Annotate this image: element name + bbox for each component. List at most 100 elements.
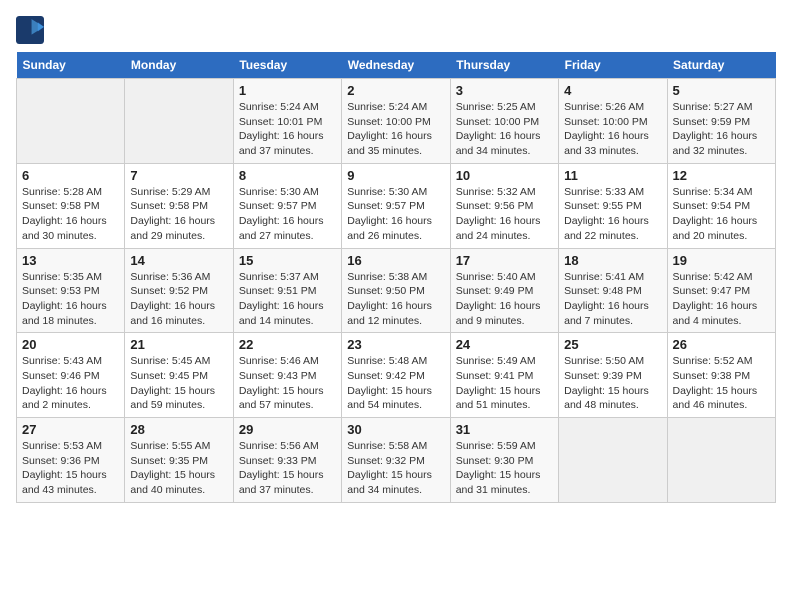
calendar-cell: 12 Sunrise: 5:34 AM Sunset: 9:54 PM Dayli… bbox=[667, 163, 775, 248]
day-detail: Sunrise: 5:29 AM Sunset: 9:58 PM Dayligh… bbox=[130, 185, 227, 244]
logo-icon bbox=[16, 16, 44, 44]
weekday-header: Monday bbox=[125, 52, 233, 79]
calendar-cell bbox=[559, 418, 667, 503]
day-detail: Sunrise: 5:32 AM Sunset: 9:56 PM Dayligh… bbox=[456, 185, 553, 244]
calendar-cell: 13Sunrise: 5:35 AM Sunset: 9:53 PM Dayli… bbox=[17, 248, 125, 333]
calendar-cell: 28Sunrise: 5:55 AM Sunset: 9:35 PM Dayli… bbox=[125, 418, 233, 503]
day-number: 31 bbox=[456, 422, 553, 437]
day-number: 8 bbox=[239, 168, 336, 183]
calendar-cell: 2 Sunrise: 5:24 AM Sunset: 10:00 PM Dayli… bbox=[342, 79, 450, 164]
day-detail: Sunrise: 5:56 AM Sunset: 9:33 PM Dayligh… bbox=[239, 439, 336, 498]
weekday-header: Tuesday bbox=[233, 52, 341, 79]
calendar-cell: 25Sunrise: 5:50 AM Sunset: 9:39 PM Dayli… bbox=[559, 333, 667, 418]
weekday-header: Wednesday bbox=[342, 52, 450, 79]
day-detail: Sunrise: 5:40 AM Sunset: 9:49 PM Dayligh… bbox=[456, 270, 553, 329]
day-number: 18 bbox=[564, 253, 661, 268]
calendar-cell: 19 Sunrise: 5:42 AM Sunset: 9:47 PM Dayli… bbox=[667, 248, 775, 333]
day-number: 11 bbox=[564, 168, 661, 183]
day-number: 30 bbox=[347, 422, 444, 437]
day-number: 3 bbox=[456, 83, 553, 98]
calendar-cell: 21 Sunrise: 5:45 AM Sunset: 9:45 PM Dayli… bbox=[125, 333, 233, 418]
weekday-header: Saturday bbox=[667, 52, 775, 79]
calendar-cell bbox=[125, 79, 233, 164]
calendar-cell: 9 Sunrise: 5:30 AM Sunset: 9:57 PM Daylig… bbox=[342, 163, 450, 248]
day-detail: Sunrise: 5:52 AM Sunset: 9:38 PM Dayligh… bbox=[673, 354, 770, 413]
day-number: 2 bbox=[347, 83, 444, 98]
day-number: 27 bbox=[22, 422, 119, 437]
weekday-header: Thursday bbox=[450, 52, 558, 79]
day-detail: Sunrise: 5:46 AM Sunset: 9:43 PM Dayligh… bbox=[239, 354, 336, 413]
calendar-cell: 31 Sunrise: 5:59 AM Sunset: 9:30 PM Dayli… bbox=[450, 418, 558, 503]
day-number: 9 bbox=[347, 168, 444, 183]
calendar-cell: 7Sunrise: 5:29 AM Sunset: 9:58 PM Daylig… bbox=[125, 163, 233, 248]
day-number: 10 bbox=[456, 168, 553, 183]
day-number: 29 bbox=[239, 422, 336, 437]
calendar-cell: 26 Sunrise: 5:52 AM Sunset: 9:38 PM Dayli… bbox=[667, 333, 775, 418]
day-detail: Sunrise: 5:26 AM Sunset: 10:00 PM Daylig… bbox=[564, 100, 661, 159]
day-detail: Sunrise: 5:24 AM Sunset: 10:00 PM Daylig… bbox=[347, 100, 444, 159]
weekday-header: Friday bbox=[559, 52, 667, 79]
day-detail: Sunrise: 5:27 AM Sunset: 9:59 PM Dayligh… bbox=[673, 100, 770, 159]
day-number: 1 bbox=[239, 83, 336, 98]
day-detail: Sunrise: 5:48 AM Sunset: 9:42 PM Dayligh… bbox=[347, 354, 444, 413]
calendar-cell: 6 Sunrise: 5:28 AM Sunset: 9:58 PM Daylig… bbox=[17, 163, 125, 248]
calendar-cell: 4 Sunrise: 5:26 AM Sunset: 10:00 PM Dayli… bbox=[559, 79, 667, 164]
calendar-cell: 1 Sunrise: 5:24 AM Sunset: 10:01 PM Dayli… bbox=[233, 79, 341, 164]
calendar-cell: 30 Sunrise: 5:58 AM Sunset: 9:32 PM Dayli… bbox=[342, 418, 450, 503]
day-number: 16 bbox=[347, 253, 444, 268]
day-number: 14 bbox=[130, 253, 227, 268]
calendar-cell bbox=[667, 418, 775, 503]
calendar-cell: 10 Sunrise: 5:32 AM Sunset: 9:56 PM Dayli… bbox=[450, 163, 558, 248]
day-number: 15 bbox=[239, 253, 336, 268]
day-detail: Sunrise: 5:41 AM Sunset: 9:48 PM Dayligh… bbox=[564, 270, 661, 329]
day-detail: Sunrise: 5:49 AM Sunset: 9:41 PM Dayligh… bbox=[456, 354, 553, 413]
day-number: 21 bbox=[130, 337, 227, 352]
day-number: 28 bbox=[130, 422, 227, 437]
day-detail: Sunrise: 5:35 AM Sunset: 9:53 PM Dayligh… bbox=[22, 270, 119, 329]
day-number: 6 bbox=[22, 168, 119, 183]
day-detail: Sunrise: 5:53 AM Sunset: 9:36 PM Dayligh… bbox=[22, 439, 119, 498]
page-header bbox=[16, 16, 776, 44]
calendar-cell: 15 Sunrise: 5:37 AM Sunset: 9:51 PM Dayli… bbox=[233, 248, 341, 333]
day-detail: Sunrise: 5:24 AM Sunset: 10:01 PM Daylig… bbox=[239, 100, 336, 159]
day-detail: Sunrise: 5:58 AM Sunset: 9:32 PM Dayligh… bbox=[347, 439, 444, 498]
header-row: SundayMondayTuesdayWednesdayThursdayFrid… bbox=[17, 52, 776, 79]
calendar-cell bbox=[17, 79, 125, 164]
calendar-cell: 3Sunrise: 5:25 AM Sunset: 10:00 PM Dayli… bbox=[450, 79, 558, 164]
day-number: 24 bbox=[456, 337, 553, 352]
weekday-header: Sunday bbox=[17, 52, 125, 79]
calendar-cell: 16 Sunrise: 5:38 AM Sunset: 9:50 PM Dayli… bbox=[342, 248, 450, 333]
calendar-table: SundayMondayTuesdayWednesdayThursdayFrid… bbox=[16, 52, 776, 503]
day-number: 19 bbox=[673, 253, 770, 268]
calendar-week-row: 27 Sunrise: 5:53 AM Sunset: 9:36 PM Dayli… bbox=[17, 418, 776, 503]
day-number: 26 bbox=[673, 337, 770, 352]
day-detail: Sunrise: 5:30 AM Sunset: 9:57 PM Dayligh… bbox=[239, 185, 336, 244]
calendar-cell: 8 Sunrise: 5:30 AM Sunset: 9:57 PM Daylig… bbox=[233, 163, 341, 248]
calendar-cell: 11Sunrise: 5:33 AM Sunset: 9:55 PM Dayli… bbox=[559, 163, 667, 248]
calendar-cell: 27 Sunrise: 5:53 AM Sunset: 9:36 PM Dayli… bbox=[17, 418, 125, 503]
day-detail: Sunrise: 5:59 AM Sunset: 9:30 PM Dayligh… bbox=[456, 439, 553, 498]
day-detail: Sunrise: 5:37 AM Sunset: 9:51 PM Dayligh… bbox=[239, 270, 336, 329]
day-number: 20 bbox=[22, 337, 119, 352]
calendar-cell: 18 Sunrise: 5:41 AM Sunset: 9:48 PM Dayli… bbox=[559, 248, 667, 333]
day-number: 22 bbox=[239, 337, 336, 352]
calendar-week-row: 6 Sunrise: 5:28 AM Sunset: 9:58 PM Daylig… bbox=[17, 163, 776, 248]
logo bbox=[16, 16, 48, 44]
day-number: 4 bbox=[564, 83, 661, 98]
calendar-week-row: 20Sunrise: 5:43 AM Sunset: 9:46 PM Dayli… bbox=[17, 333, 776, 418]
calendar-cell: 24 Sunrise: 5:49 AM Sunset: 9:41 PM Dayli… bbox=[450, 333, 558, 418]
day-detail: Sunrise: 5:28 AM Sunset: 9:58 PM Dayligh… bbox=[22, 185, 119, 244]
calendar-cell: 20Sunrise: 5:43 AM Sunset: 9:46 PM Dayli… bbox=[17, 333, 125, 418]
day-detail: Sunrise: 5:45 AM Sunset: 9:45 PM Dayligh… bbox=[130, 354, 227, 413]
calendar-cell: 14Sunrise: 5:36 AM Sunset: 9:52 PM Dayli… bbox=[125, 248, 233, 333]
day-number: 12 bbox=[673, 168, 770, 183]
calendar-week-row: 13Sunrise: 5:35 AM Sunset: 9:53 PM Dayli… bbox=[17, 248, 776, 333]
day-number: 5 bbox=[673, 83, 770, 98]
day-detail: Sunrise: 5:42 AM Sunset: 9:47 PM Dayligh… bbox=[673, 270, 770, 329]
day-number: 17 bbox=[456, 253, 553, 268]
day-detail: Sunrise: 5:34 AM Sunset: 9:54 PM Dayligh… bbox=[673, 185, 770, 244]
calendar-cell: 29 Sunrise: 5:56 AM Sunset: 9:33 PM Dayli… bbox=[233, 418, 341, 503]
day-detail: Sunrise: 5:30 AM Sunset: 9:57 PM Dayligh… bbox=[347, 185, 444, 244]
day-detail: Sunrise: 5:38 AM Sunset: 9:50 PM Dayligh… bbox=[347, 270, 444, 329]
calendar-week-row: 1 Sunrise: 5:24 AM Sunset: 10:01 PM Dayli… bbox=[17, 79, 776, 164]
